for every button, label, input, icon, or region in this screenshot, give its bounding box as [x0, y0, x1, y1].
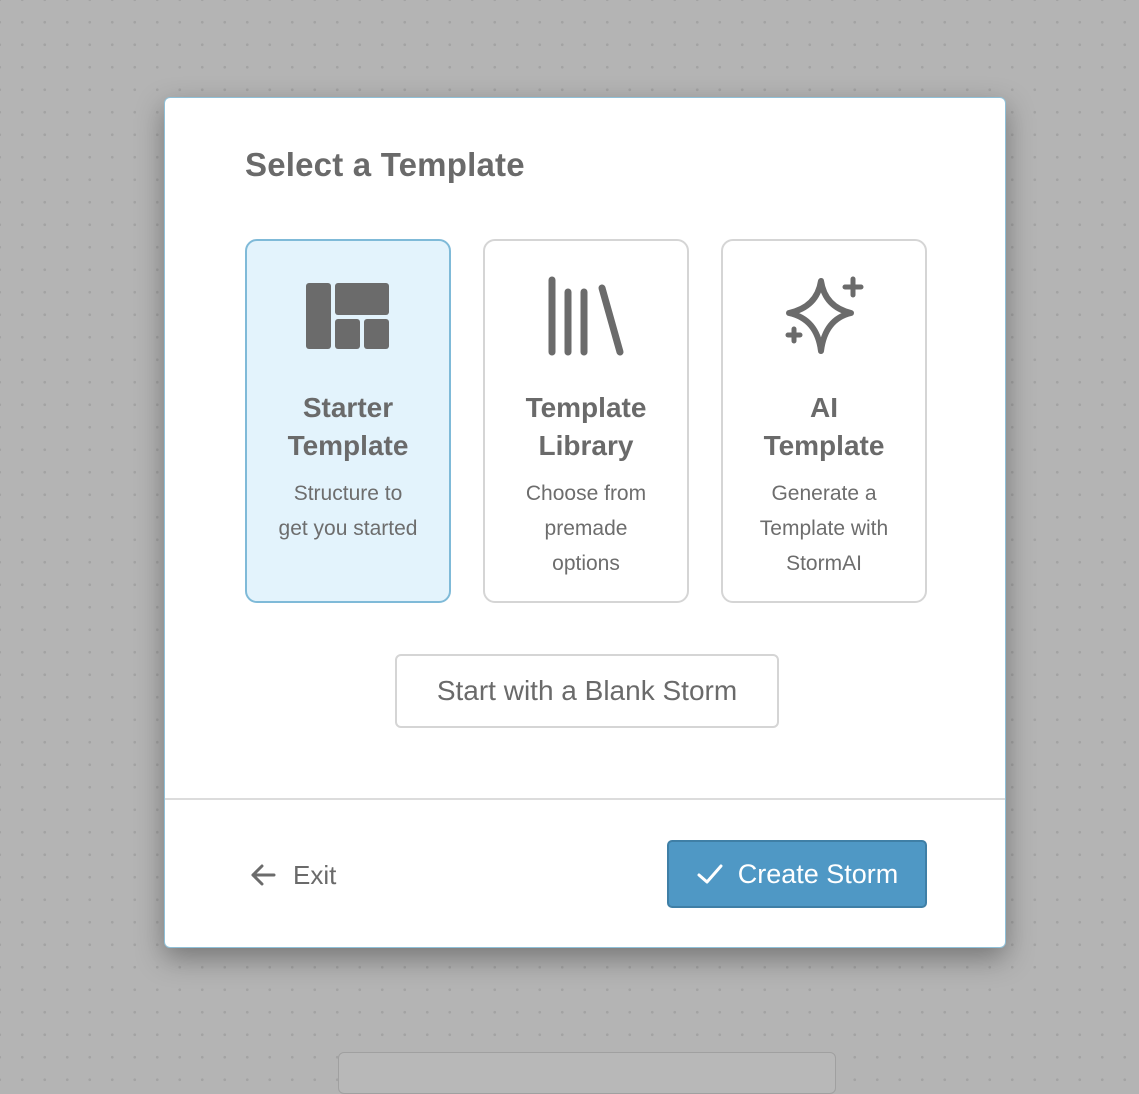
background-panel: [338, 1052, 836, 1094]
card-desc-line: StormAI: [786, 552, 862, 575]
sparkle-icon: [723, 273, 925, 359]
card-title-line: AI: [810, 392, 838, 423]
starter-template-card[interactable]: Starter Template Structure to get you st…: [245, 239, 451, 603]
footer-divider: [165, 798, 1005, 800]
card-desc-line: premade: [544, 517, 628, 540]
card-title-line: Template: [525, 392, 647, 423]
template-dialog: Select a Template Starter Template Struc…: [164, 97, 1006, 948]
card-title: AI Template: [729, 389, 919, 465]
card-title-line: Starter: [302, 392, 394, 423]
card-desc-line: get you started: [278, 517, 418, 540]
card-title-line: Library: [538, 430, 634, 461]
layout-grid-icon: [247, 273, 449, 359]
dialog-title: Select a Template: [245, 146, 525, 183]
card-desc-line: Structure to: [293, 482, 403, 505]
exit-label: Exit: [293, 859, 337, 890]
card-title-line: Template: [287, 430, 409, 461]
ai-template-card[interactable]: AI Template Generate a Template with Sto…: [721, 239, 927, 603]
card-title-line: Template: [763, 430, 885, 461]
template-library-card[interactable]: Template Library Choose from premade opt…: [483, 239, 689, 603]
checkmark-icon: [696, 860, 724, 888]
card-title: Starter Template: [253, 389, 443, 465]
exit-button[interactable]: Exit: [249, 856, 336, 894]
card-desc-line: Choose from: [525, 482, 647, 505]
card-description: Generate a Template with StormAI: [733, 476, 915, 581]
create-storm-label: Create Storm: [737, 858, 899, 889]
card-title: Template Library: [491, 389, 681, 465]
start-blank-storm-button[interactable]: Start with a Blank Storm: [395, 654, 779, 728]
card-description: Choose from premade options: [495, 476, 677, 581]
card-description: Structure to get you started: [257, 476, 439, 546]
library-icon: [485, 273, 687, 359]
card-desc-line: Template with: [759, 517, 889, 540]
arrow-left-icon: [249, 861, 277, 889]
card-desc-line: Generate a: [771, 482, 877, 505]
card-desc-line: options: [552, 552, 620, 575]
create-storm-button[interactable]: Create Storm: [667, 840, 927, 908]
